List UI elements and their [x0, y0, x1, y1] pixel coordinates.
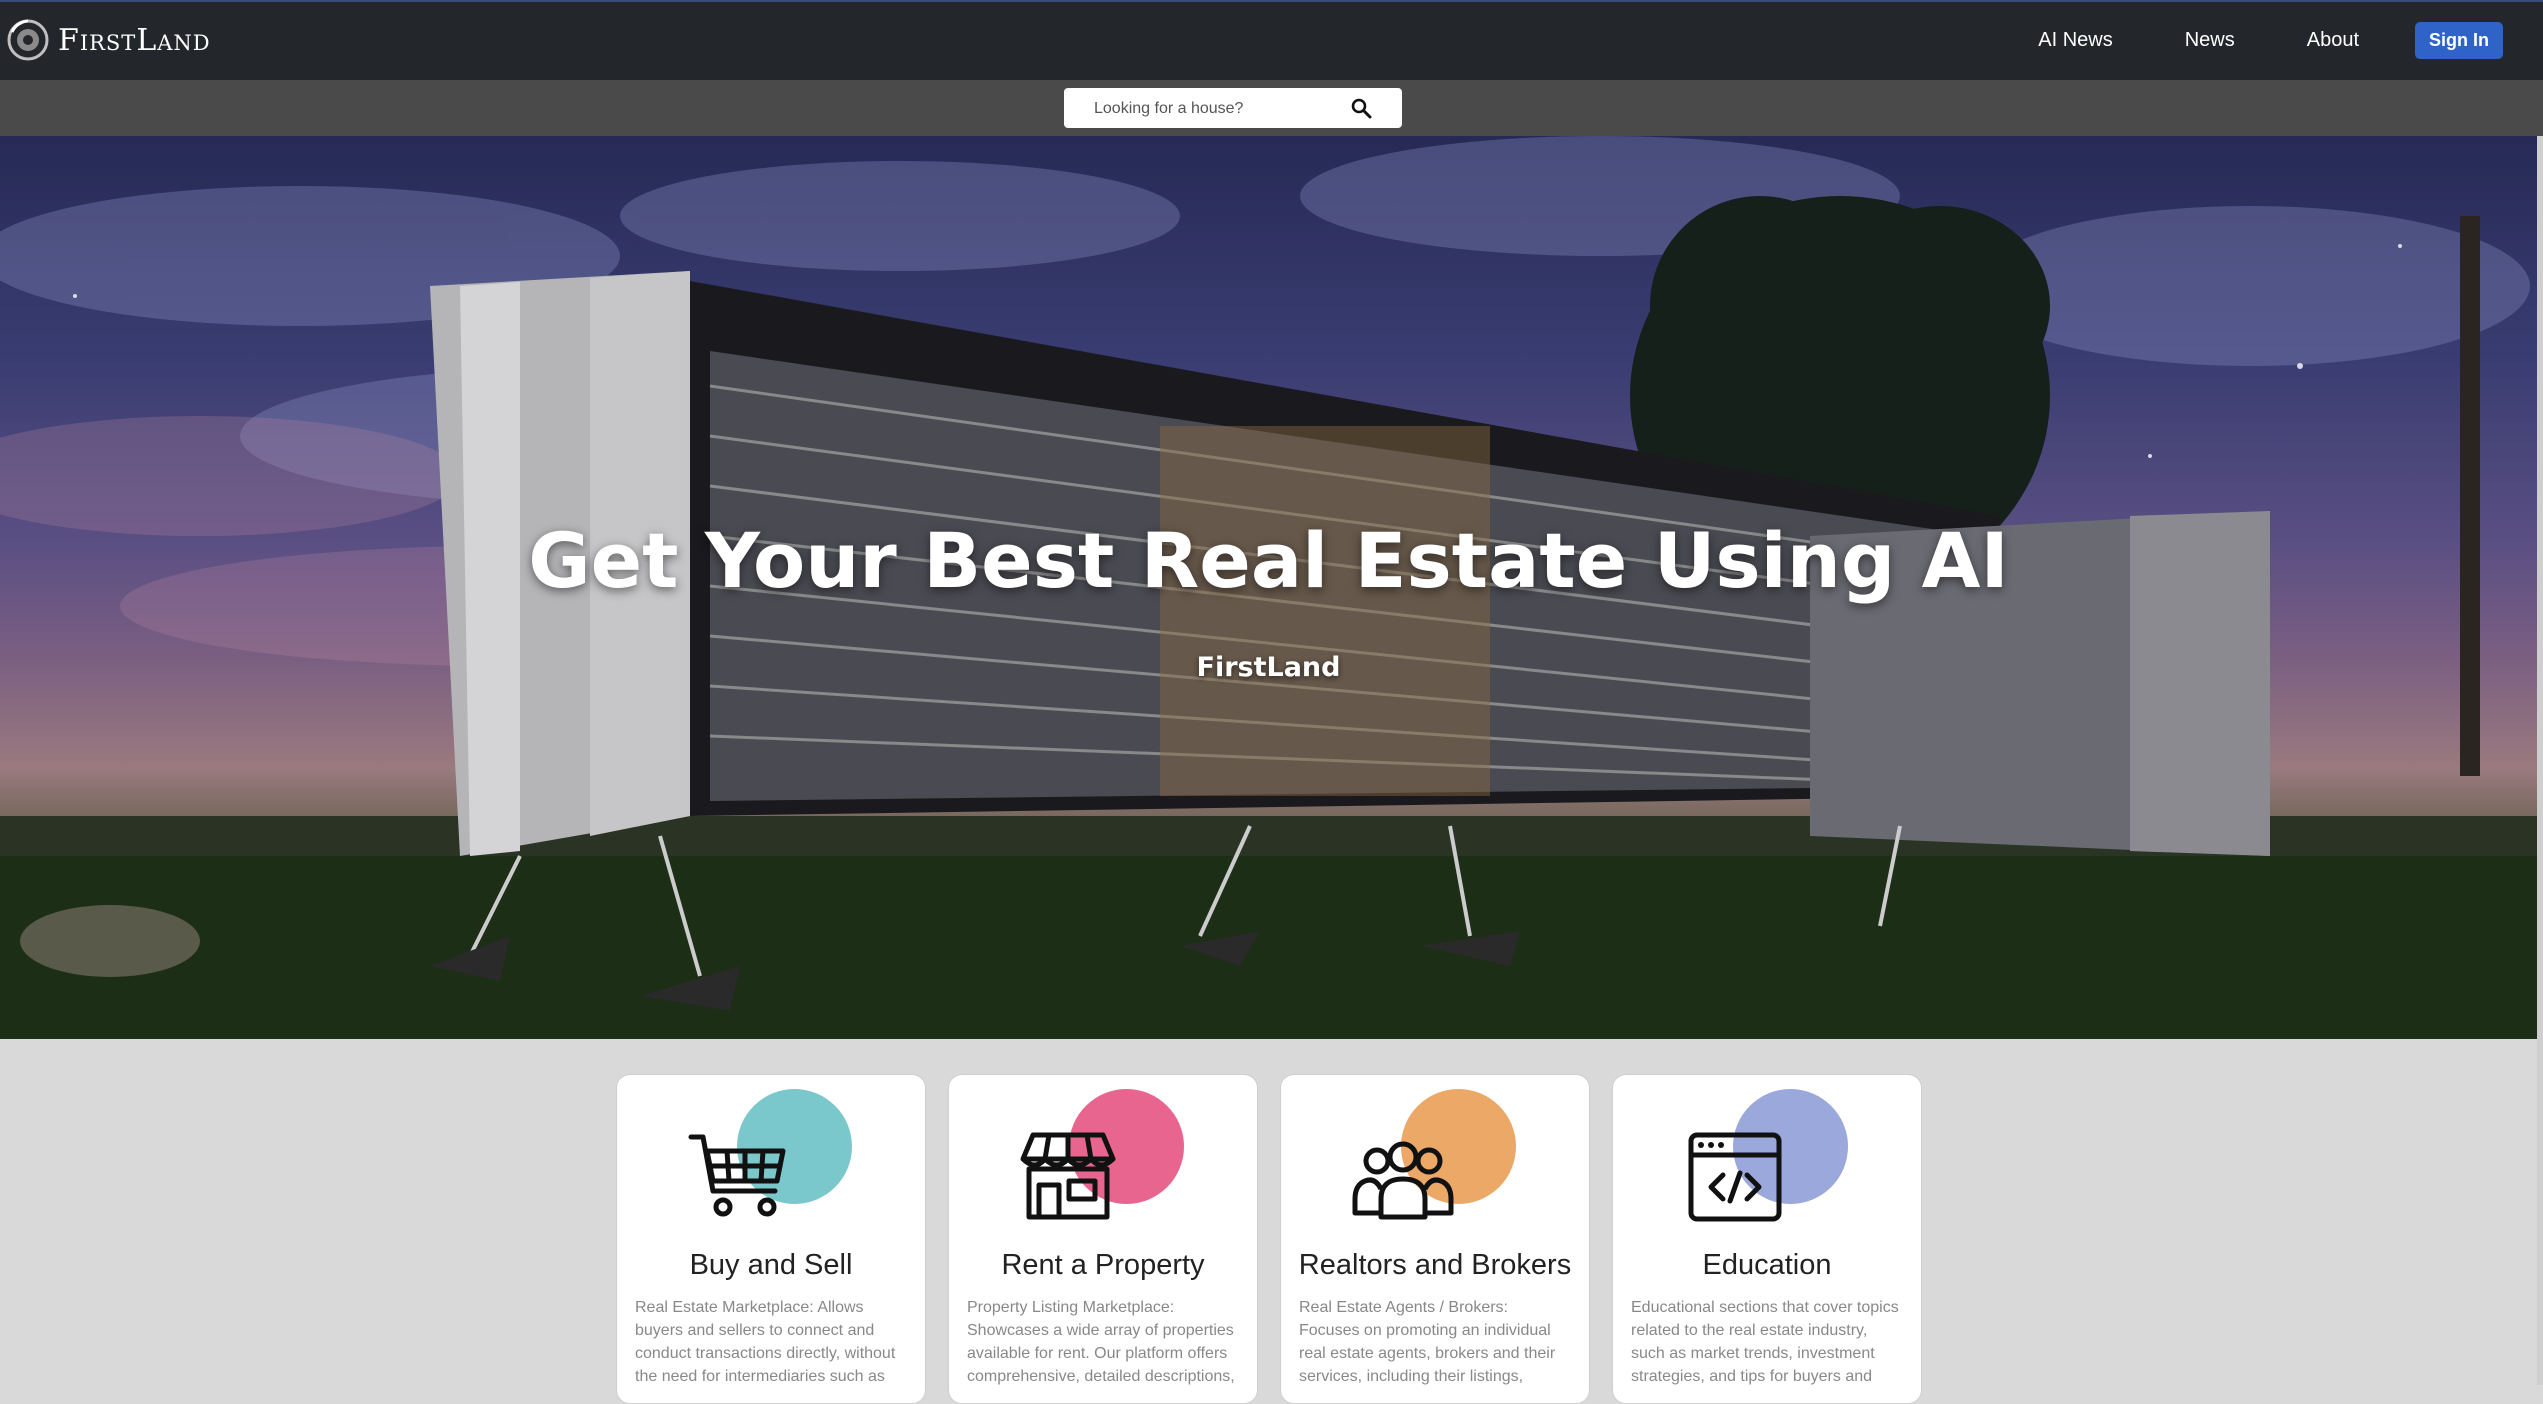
nav-link-news[interactable]: News: [2185, 29, 2235, 52]
hero-title: Get Your Best Real Estate Using AI: [528, 516, 2009, 605]
search-bar-strip: [0, 80, 2543, 136]
top-navbar: FirstLand AI News News About Sign In: [0, 0, 2543, 80]
card-title: Buy and Sell: [689, 1249, 853, 1281]
card-title: Rent a Property: [1001, 1249, 1205, 1281]
search-box: [1064, 88, 1402, 128]
card-title: Education: [1702, 1249, 1832, 1281]
sign-in-button[interactable]: Sign In: [2415, 22, 2503, 59]
brand-link[interactable]: FirstLand: [6, 18, 211, 62]
hero-subtitle: FirstLand: [1196, 652, 1341, 683]
code-window-icon: [1688, 1132, 1782, 1222]
group-people-icon: [1352, 1141, 1454, 1220]
search-icon[interactable]: [1349, 96, 1373, 120]
card-realtors-and-brokers[interactable]: Realtors and Brokers Real Estate Agents …: [1280, 1074, 1590, 1404]
nav-link-ai-news[interactable]: AI News: [2038, 29, 2112, 52]
nav-links: AI News News About Sign In: [2038, 22, 2503, 59]
card-rent-a-property[interactable]: Rent a Property Property Listing Marketp…: [948, 1074, 1258, 1404]
page-scrollbar[interactable]: [2537, 136, 2543, 1385]
card-description: Real Estate Marketplace: Allows buyers a…: [635, 1299, 896, 1385]
brand-name: FirstLand: [58, 22, 211, 58]
card-education[interactable]: Education Educational sections that cove…: [1612, 1074, 1922, 1404]
hero-banner: Get Your Best Real Estate Using AI First…: [0, 136, 2537, 1039]
search-input[interactable]: [1092, 96, 1336, 122]
card-description: Property Listing Marketplace: Showcases …: [967, 1299, 1235, 1385]
card-description: Educational sections that cover topics r…: [1631, 1299, 1899, 1385]
card-title: Realtors and Brokers: [1298, 1249, 1572, 1281]
card-description: Real Estate Agents / Brokers: Focuses on…: [1299, 1299, 1556, 1385]
firstland-logo-icon: [7, 19, 49, 61]
storefront-icon: [1020, 1132, 1116, 1220]
nav-link-about[interactable]: About: [2307, 29, 2359, 52]
shopping-cart-icon: [688, 1134, 786, 1217]
card-buy-and-sell[interactable]: Buy and Sell Real Estate Marketplace: Al…: [616, 1074, 926, 1404]
